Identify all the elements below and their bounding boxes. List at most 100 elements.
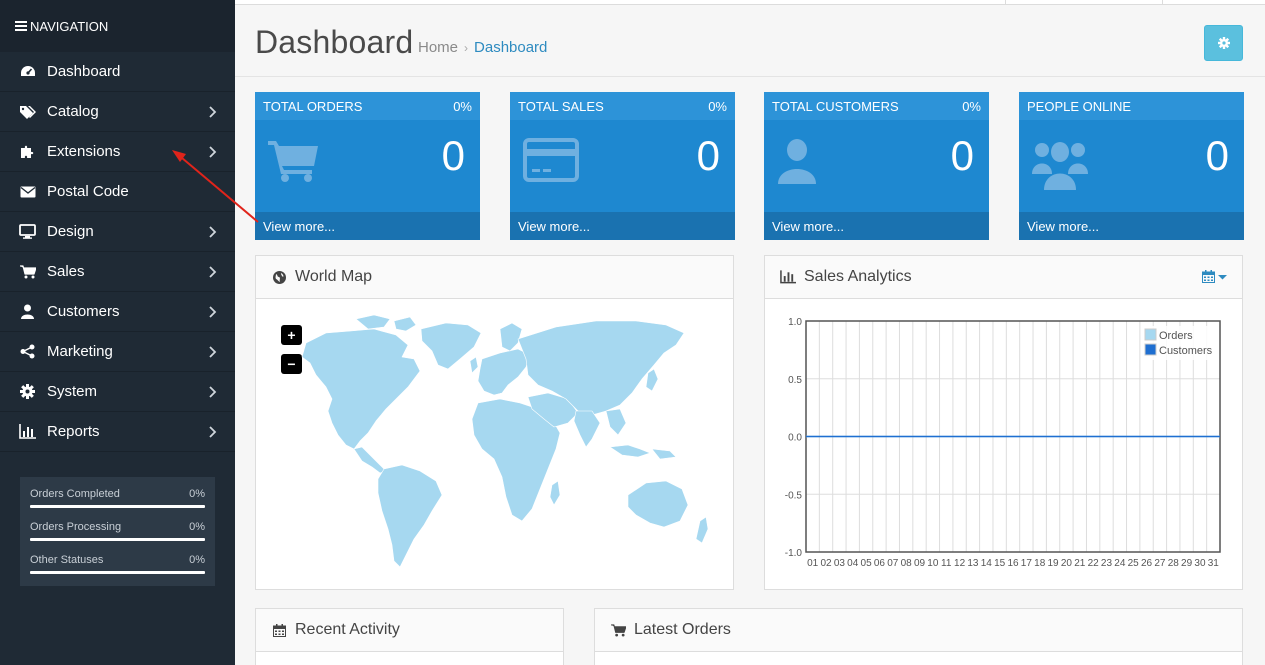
gear-icon [1217, 37, 1230, 49]
chevron-right-icon [209, 426, 217, 438]
x-tick-label: 09 [914, 558, 926, 569]
sidebar-item-label: Catalog [47, 103, 99, 120]
date-range-dropdown[interactable] [1202, 270, 1227, 283]
x-tick-label: 02 [820, 558, 832, 569]
x-tick-label: 19 [1048, 558, 1060, 569]
x-tick-label: 07 [887, 558, 899, 569]
sidebar-item-sales[interactable]: Sales [0, 252, 235, 292]
sidebar-item-label: Marketing [47, 343, 113, 360]
progress-bar [30, 571, 205, 574]
view-more-link[interactable]: View more... [510, 212, 735, 240]
chevron-right-icon [209, 306, 217, 318]
tile-value: 0 [441, 132, 465, 179]
x-tick-label: 24 [1114, 558, 1126, 569]
tile-value: 0 [696, 132, 720, 179]
y-tick-label: -0.5 [785, 490, 803, 501]
map-region-southeast-asia [605, 408, 627, 436]
y-tick-label: 1.0 [788, 317, 802, 328]
map-region-europe [477, 348, 531, 396]
breadcrumb-current[interactable]: Dashboard [474, 39, 547, 56]
dashboard-icon [19, 64, 36, 80]
status-label: Other Statuses [30, 554, 104, 566]
tile-total-customers: TOTAL CUSTOMERS 0% 0 View more... [764, 92, 989, 240]
x-tick-label: 29 [1181, 558, 1193, 569]
sidebar-item-design[interactable]: Design [0, 212, 235, 252]
chevron-right-icon [209, 386, 217, 398]
x-tick-label: 11 [941, 558, 952, 569]
calendar-icon [271, 622, 287, 638]
status-orders-processing: Orders Processing 0% [30, 521, 205, 554]
tile-value: 0 [1205, 132, 1229, 179]
panel-title: Recent Activity [295, 621, 400, 638]
sidebar-item-system[interactable]: System [0, 372, 235, 412]
order-status-summary: Orders Completed 0% Orders Processing 0% O… [20, 477, 215, 586]
sidebar-item-dashboard[interactable]: Dashboard [0, 52, 235, 92]
sidebar-item-postal-code[interactable]: Postal Code [0, 172, 235, 212]
sidebar-item-extensions[interactable]: Extensions [0, 132, 235, 172]
tile-title: PEOPLE ONLINE [1027, 98, 1132, 114]
view-more-label: View more... [1027, 218, 1100, 234]
recent-activity-panel: Recent Activity [255, 608, 564, 665]
chevron-right-icon [209, 266, 217, 278]
x-tick-label: 30 [1194, 558, 1206, 569]
x-tick-label: 15 [994, 558, 1006, 569]
x-tick-label: 28 [1168, 558, 1180, 569]
x-tick-label: 12 [954, 558, 966, 569]
sidebar-item-marketing[interactable]: Marketing [0, 332, 235, 372]
y-tick-label: -1.0 [785, 548, 803, 559]
x-tick-label: 18 [1034, 558, 1046, 569]
breadcrumb: Home › Dashboard [418, 39, 547, 56]
panel-title: Latest Orders [634, 621, 731, 638]
menu-icon[interactable] [15, 19, 27, 33]
x-tick-label: 26 [1141, 558, 1153, 569]
settings-button[interactable] [1204, 25, 1243, 61]
puzzle-icon [19, 144, 36, 160]
map-region-arctic-islands [355, 314, 417, 332]
chevron-right-icon [209, 106, 217, 118]
progress-bar [30, 505, 205, 508]
cart-icon [268, 141, 318, 182]
user-icon [778, 139, 816, 184]
world-map[interactable] [256, 299, 733, 589]
map-region-north-america [301, 328, 421, 450]
sidebar-item-label: System [47, 383, 98, 400]
status-orders-completed: Orders Completed 0% [30, 488, 205, 521]
navigation-header[interactable]: NAVIGATION [0, 0, 235, 52]
panel-title: World Map [295, 268, 373, 285]
tags-icon [19, 104, 36, 120]
sidebar-item-customers[interactable]: Customers [0, 292, 235, 332]
x-tick-label: 14 [981, 558, 993, 569]
x-tick-label: 23 [1101, 558, 1113, 569]
caret-down-icon [1218, 274, 1227, 279]
sidebar-item-catalog[interactable]: Catalog [0, 92, 235, 132]
legend-label: Orders [1159, 330, 1193, 342]
view-more-link[interactable]: View more... [764, 212, 989, 240]
bar-chart-icon [780, 269, 796, 285]
map-region-south-america [377, 464, 443, 568]
map-region-central-america [353, 446, 387, 474]
x-tick-label: 06 [874, 558, 886, 569]
x-tick-label: 22 [1088, 558, 1100, 569]
legend-swatch [1144, 343, 1157, 356]
chevron-right-icon [209, 346, 217, 358]
x-tick-label: 10 [927, 558, 939, 569]
users-icon [1032, 142, 1088, 190]
sidebar-item-label: Design [47, 223, 94, 240]
tile-percent: 0% [962, 98, 981, 114]
view-more-link[interactable]: View more... [255, 212, 480, 240]
status-value: 0% [189, 488, 205, 500]
tile-percent: 0% [708, 98, 727, 114]
x-tick-label: 16 [1007, 558, 1019, 569]
view-more-link[interactable]: View more... [1019, 212, 1244, 240]
legend-label: Customers [1159, 345, 1213, 357]
x-tick-label: 21 [1074, 558, 1086, 569]
sidebar-item-reports[interactable]: Reports [0, 412, 235, 452]
tile-title: TOTAL ORDERS [263, 98, 363, 114]
sidebar: NAVIGATION Dashboard Catalog Extensions … [0, 0, 235, 665]
panel-title: Sales Analytics [804, 268, 912, 285]
x-tick-label: 01 [807, 558, 819, 569]
y-tick-label: 0.5 [788, 375, 802, 386]
envelope-icon [19, 184, 36, 200]
cart-icon [610, 622, 626, 638]
breadcrumb-home[interactable]: Home [418, 39, 458, 56]
